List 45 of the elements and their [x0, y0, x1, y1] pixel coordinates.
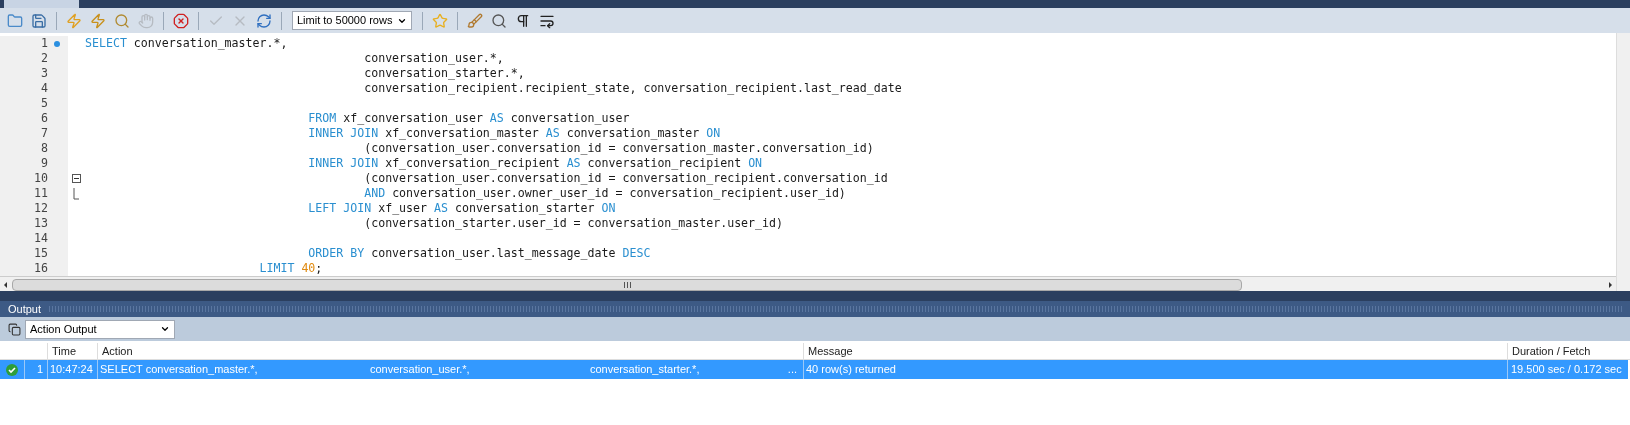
- output-view-select[interactable]: Action Output: [25, 319, 175, 339]
- message-cell-text: 40 row(s) returned: [806, 362, 896, 378]
- action-text: SELECT conversation_master.*,: [100, 362, 259, 378]
- column-header[interactable]: Time: [47, 343, 97, 360]
- line-number: 12: [33, 199, 49, 217]
- time-cell-text: 10:47:24: [50, 362, 93, 378]
- code-line: FROM xf_conversation_user AS conversation_user: [307, 109, 630, 127]
- line-number: 8: [40, 139, 49, 157]
- code-line: ORDER BY conversation_user.last_message_date DESC: [307, 244, 651, 262]
- line-number: 5: [40, 94, 49, 112]
- row-limit-select[interactable]: Limit to 50000 rows: [292, 11, 412, 30]
- line-number: 10: [33, 169, 49, 187]
- row-index: 1: [36, 362, 43, 378]
- code-line: LIMIT 40;: [258, 259, 323, 277]
- line-number: 16: [33, 259, 49, 277]
- code-line: conversation_starter.*,: [363, 65, 525, 82]
- code-line: conversation_recipient.recipient_state, conversation_recipient.last_read_date: [363, 80, 902, 97]
- column-header[interactable]: Message: [803, 343, 1507, 360]
- code-line: LEFT JOIN xf_user AS conversation_starter ON: [307, 200, 616, 217]
- line-number: 13: [33, 214, 49, 232]
- line-number: 2: [40, 49, 49, 67]
- code-line: conversation_user.*,: [363, 49, 504, 67]
- column-header[interactable]: Duration / Fetch: [1507, 343, 1630, 360]
- code-line: (conversation_user.conversation_id = conversation_master.conversation_id): [363, 140, 874, 157]
- duration-cell-text: 19.500 sec / 0.172 sec: [1511, 362, 1622, 378]
- code-line: (conversation_user.conversation_id = conversation_recipient.conversation_id: [363, 170, 888, 187]
- code-line: AND conversation_user.owner_user_id = conversation_recipient.user_id): [363, 185, 846, 202]
- line-number: 1: [40, 34, 49, 52]
- line-number: 11: [33, 184, 49, 202]
- line-number: 7: [40, 124, 49, 142]
- output-panel-title: Output: [8, 301, 42, 317]
- code-line: INNER JOIN xf_conversation_recipient AS conversation_recipient ON: [307, 155, 763, 172]
- code-line: INNER JOIN xf_conversation_master AS conversation_master ON: [307, 125, 721, 142]
- line-number: 9: [40, 154, 49, 172]
- action-text: conversation_user.*,: [370, 362, 471, 378]
- code-line: (conversation_starter.user_id = conversation_master.user_id): [363, 215, 783, 232]
- code-line: SELECT conversation_master.*,: [85, 34, 288, 52]
- column-header[interactable]: Action: [97, 343, 803, 360]
- line-number: 6: [40, 109, 49, 127]
- line-number: 14: [33, 229, 49, 247]
- line-number: 3: [40, 64, 49, 82]
- line-number: 4: [40, 79, 49, 97]
- ellipsis-text: ...: [787, 362, 798, 378]
- line-number: 15: [33, 244, 49, 262]
- action-text: conversation_starter.*,: [590, 362, 701, 378]
